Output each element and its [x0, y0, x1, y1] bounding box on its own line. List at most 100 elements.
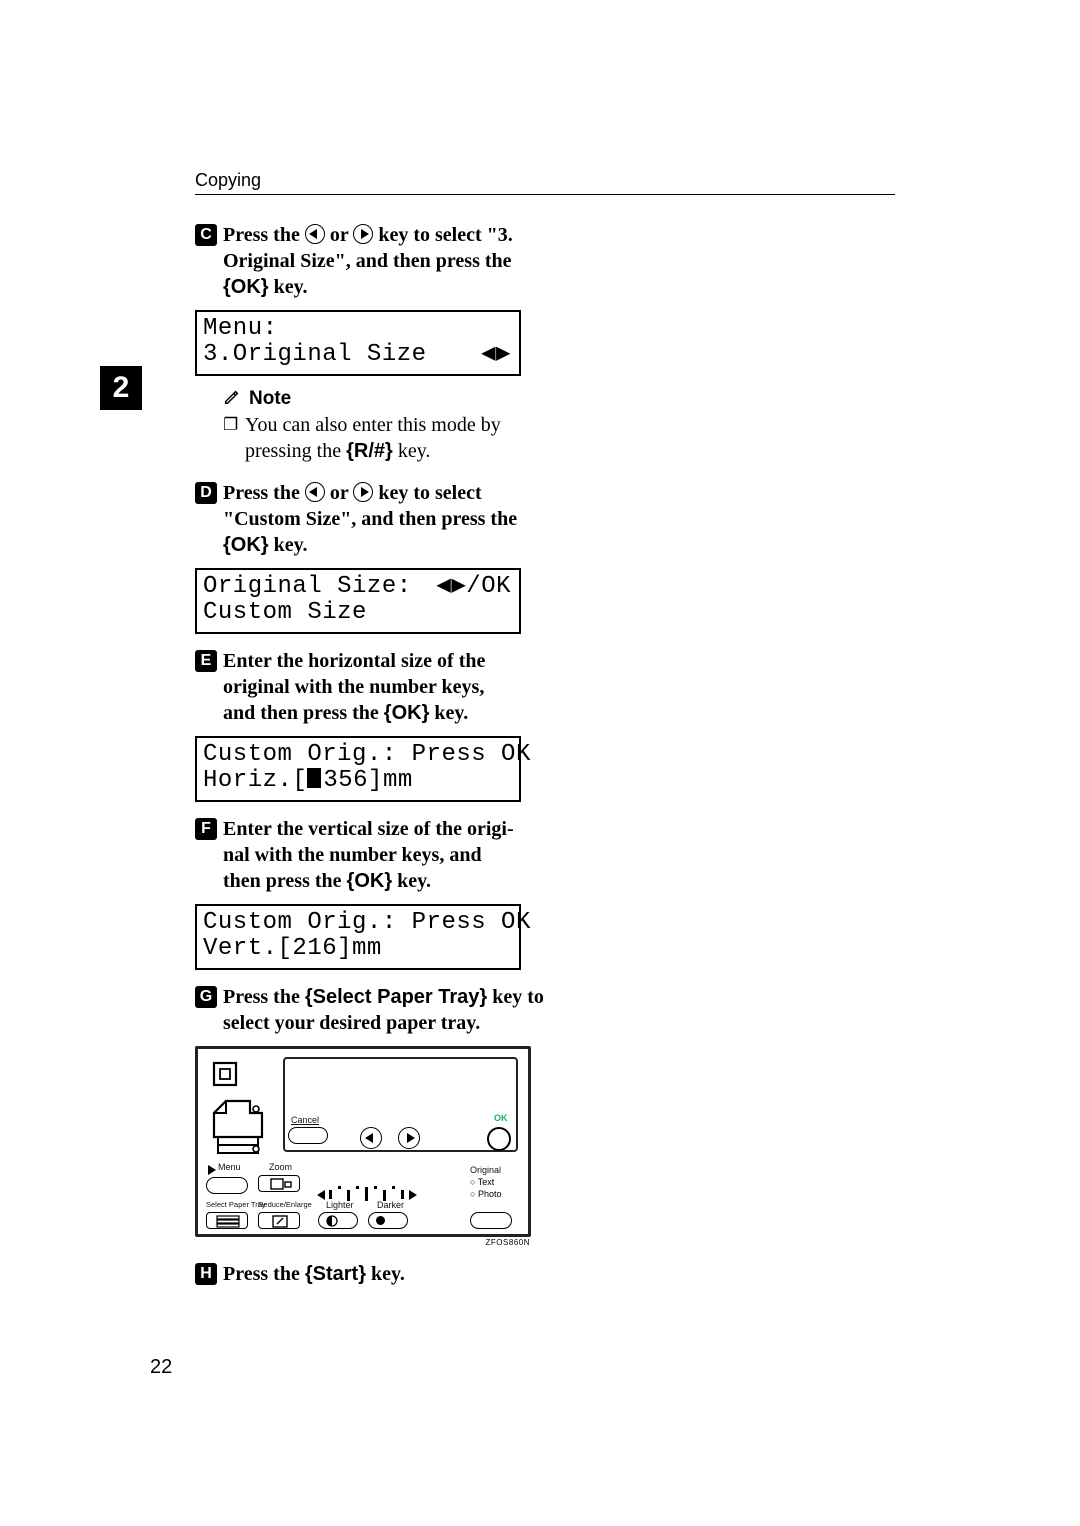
step-number-8: H: [195, 1263, 217, 1285]
chapter-tab: 2: [100, 366, 142, 410]
lcd-arrows-ok-icon: ◀▶/OK: [436, 574, 511, 600]
left-arrow-key-icon: [305, 482, 325, 502]
open-bracket-icon: {: [305, 1263, 313, 1285]
select-paper-tray-key-label: Select Paper Tray: [313, 986, 480, 1008]
lcd-custom-horiz: Custom Orig.: Press OK Horiz.[356]mm: [195, 736, 521, 802]
step-7-text: Press the {Select Paper Tray} key to sel…: [223, 984, 545, 1036]
panel-darker-button: [368, 1212, 408, 1229]
lcd-text: Original Size:: [203, 573, 412, 600]
lighter-halfcircle-icon: [326, 1214, 338, 1232]
lcd-line-2: 3.Original Size ◀▶: [203, 342, 513, 368]
panel-zoom-label: Zoom: [269, 1162, 292, 1172]
t: "Custom Size", and then press the: [223, 508, 517, 530]
lcd-line-1: Custom Orig.: Press OK: [203, 910, 513, 936]
t: Press the: [223, 482, 305, 504]
t: key.: [274, 534, 308, 556]
t: key.: [392, 870, 431, 892]
lcd-line-2: Custom Size: [203, 600, 513, 626]
step-8: H Press the {Start} key.: [195, 1261, 545, 1287]
t: key to: [487, 986, 544, 1008]
printer-icon: [208, 1061, 272, 1157]
t: key to select "3.: [378, 224, 512, 246]
ok-key-label: OK: [231, 534, 261, 556]
panel-photo-option: ○ Photo: [470, 1189, 501, 1199]
t: key.: [393, 440, 431, 462]
t: key.: [429, 702, 468, 724]
left-arrow-key-icon: [305, 224, 325, 244]
step-7: G Press the {Select Paper Tray} key to s…: [195, 984, 545, 1036]
step-4: D Press the or key to select "Custom Siz…: [195, 480, 545, 558]
t: Enter the vertical size of the origi-: [223, 818, 514, 840]
panel-select-paper-tray-button: [206, 1212, 248, 1229]
t: then press the: [223, 870, 347, 892]
t: pressing the: [245, 440, 346, 462]
panel-reduce-enlarge-button: [258, 1212, 300, 1229]
step-6: F Enter the vertical size of the origi- …: [195, 816, 545, 894]
page-number: 22: [150, 1356, 172, 1379]
panel-text-option: ○ Text: [470, 1177, 494, 1187]
t: Enter the horizontal size of the: [223, 650, 485, 672]
t: Photo: [478, 1189, 502, 1199]
right-arrow-key-icon: [353, 482, 373, 502]
panel-cancel-button: [288, 1127, 328, 1144]
t: key.: [274, 276, 308, 298]
note-block: Note You can also enter this mode by pre…: [195, 388, 545, 464]
panel-select-paper-tray-label: Select Paper Tray: [206, 1200, 266, 1209]
panel-ok-label: OK: [494, 1113, 508, 1123]
lcd-text: Horiz.[: [203, 767, 307, 794]
t: Original Size", and then press the: [223, 250, 512, 272]
panel-zoom-button: [258, 1175, 300, 1192]
control-panel: Cancel OK Menu Zoom Select Paper Tray: [195, 1046, 531, 1237]
lcd-line-2: Vert.[216]mm: [203, 936, 513, 962]
step-number-7: G: [195, 986, 217, 1008]
step-8-text: Press the {Start} key.: [223, 1261, 545, 1287]
open-bracket-icon: {: [305, 986, 313, 1008]
step-5-text: Enter the horizontal size of the origina…: [223, 648, 545, 726]
step-number-6: F: [195, 818, 217, 840]
t: and then press the: [223, 702, 384, 724]
step-6-text: Enter the vertical size of the origi- na…: [223, 816, 545, 894]
open-bracket-icon: {: [223, 276, 231, 298]
lcd-arrows-icon: ◀▶: [481, 342, 511, 368]
panel-right-arrow-icon: [398, 1127, 420, 1149]
step-4-text: Press the or key to select "Custom Size"…: [223, 480, 545, 558]
r-hash-key-label: R/#: [354, 440, 385, 462]
t: Text: [478, 1177, 495, 1187]
close-bracket-icon: }: [261, 534, 269, 556]
ok-key-label: OK: [354, 870, 384, 892]
lcd-line-1: Original Size: ◀▶/OK: [203, 574, 513, 600]
control-panel-figure: Cancel OK Menu Zoom Select Paper Tray: [195, 1046, 535, 1247]
darker-dot-icon: [376, 1216, 385, 1225]
t: Press the: [223, 224, 305, 246]
step-number-4: D: [195, 482, 217, 504]
panel-original-label: Original: [470, 1165, 501, 1175]
note-label: Note: [249, 388, 291, 409]
note-item: You can also enter this mode by pressing…: [223, 412, 545, 464]
step-number-5: E: [195, 650, 217, 672]
panel-cancel-label: Cancel: [291, 1115, 319, 1125]
lcd-line-2: Horiz.[ 356]mm: [203, 768, 513, 794]
lcd-menu: Menu: 3.Original Size ◀▶: [195, 310, 521, 376]
open-bracket-icon: {: [346, 440, 354, 462]
start-key-label: Start: [313, 1263, 359, 1285]
density-right-icon: [409, 1190, 417, 1200]
close-bracket-icon: }: [384, 870, 392, 892]
figure-code: ZFOS860N: [195, 1238, 530, 1247]
lcd-text: 356]mm: [323, 767, 412, 794]
close-bracket-icon: }: [358, 1263, 366, 1285]
page: Copying 2 C Press the or key to select "…: [0, 0, 1080, 1526]
open-bracket-icon: {: [223, 534, 231, 556]
t: nal with the number keys, and: [223, 844, 482, 866]
t: or: [330, 224, 354, 246]
density-left-icon: [317, 1190, 325, 1200]
t: key.: [366, 1263, 405, 1285]
panel-lighter-button: [318, 1212, 358, 1229]
close-bracket-icon: }: [261, 276, 269, 298]
panel-ok-button: [487, 1127, 511, 1151]
step-3: C Press the or key to select "3. Origina…: [195, 222, 545, 300]
panel-left-arrow-icon: [360, 1127, 382, 1149]
t: You can also enter this mode by: [245, 414, 501, 436]
content-column: C Press the or key to select "3. Origina…: [195, 214, 545, 1287]
t: Press the: [223, 1263, 305, 1285]
menu-triangle-icon: [208, 1165, 216, 1175]
